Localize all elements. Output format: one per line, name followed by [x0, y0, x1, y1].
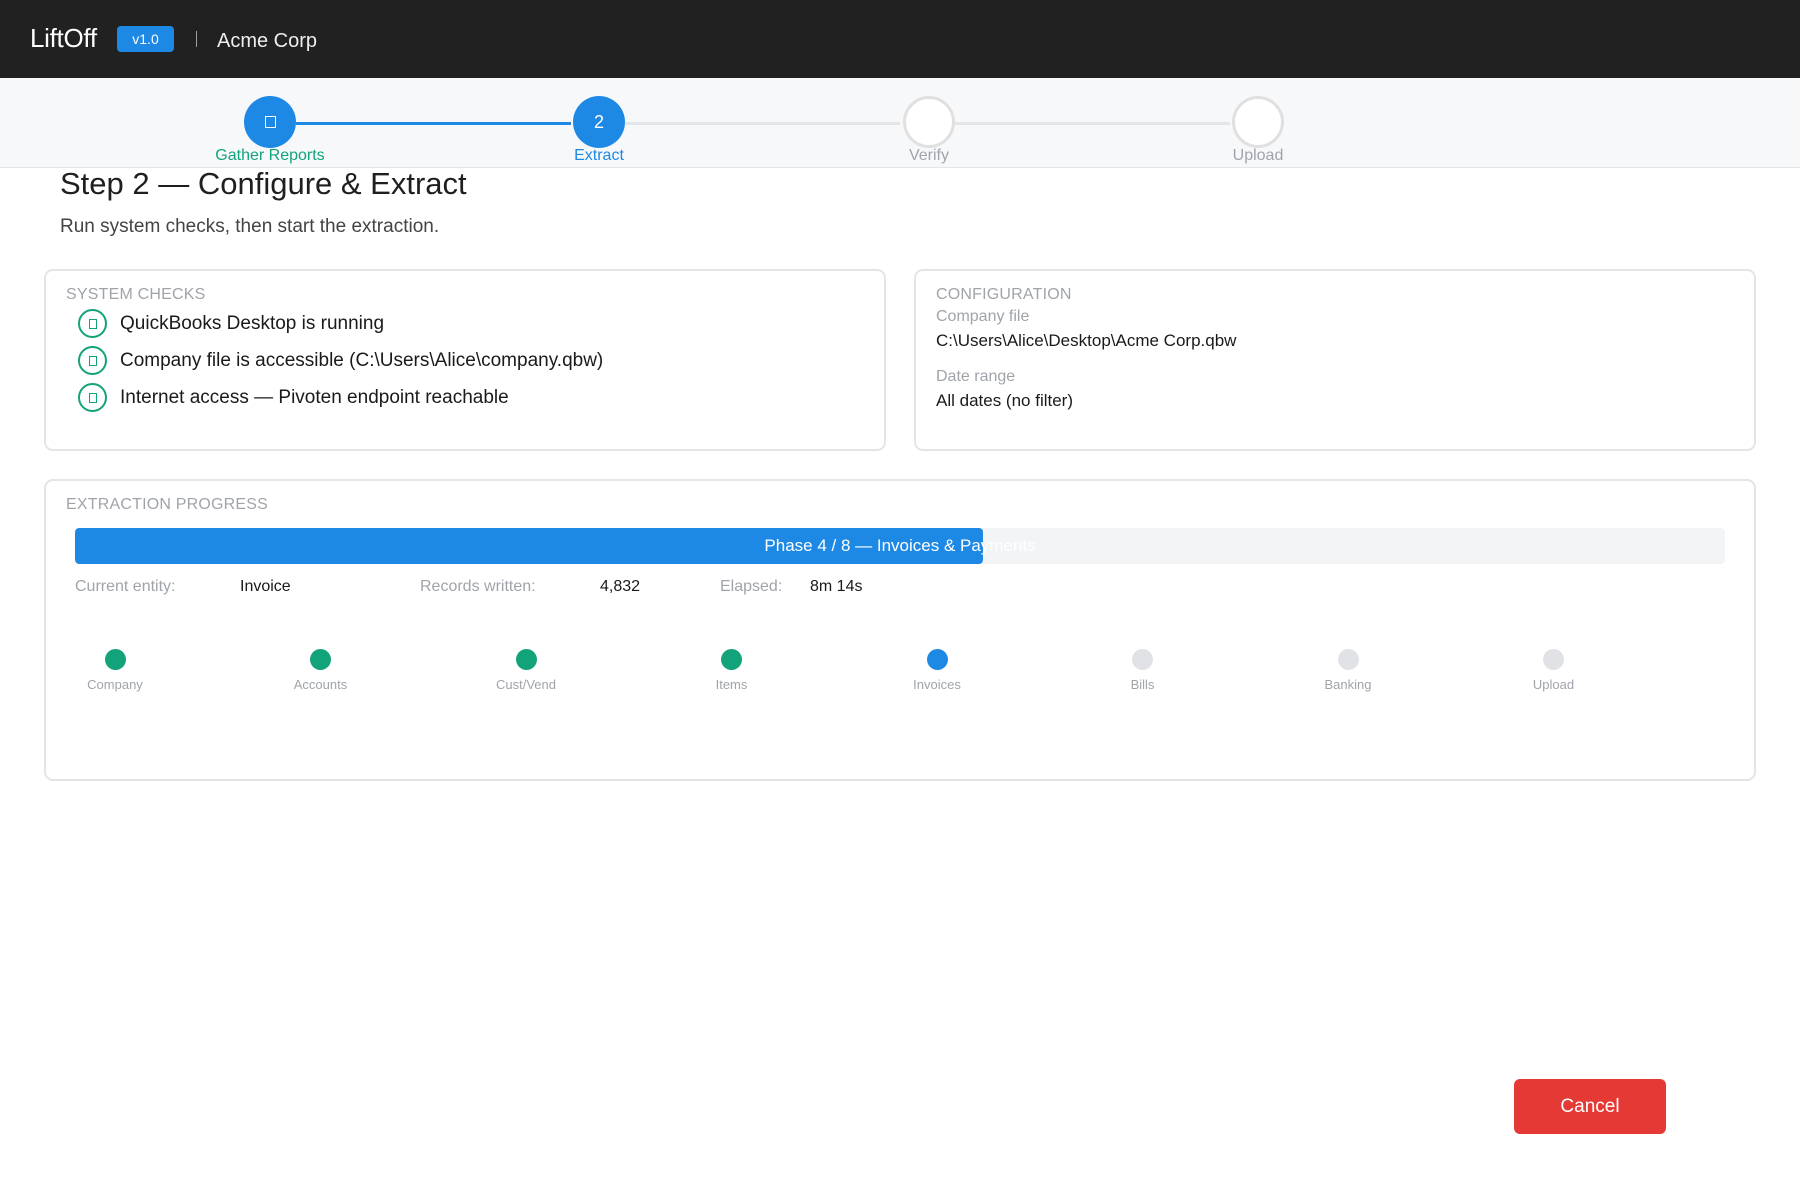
company-name: Acme Corp: [217, 30, 318, 52]
step-4-label: Upload: [1232, 147, 1284, 164]
phase-cust-vend: Cust/Vend: [466, 649, 586, 692]
check-circle-icon: [78, 346, 107, 375]
phase-status-dot: [310, 649, 331, 670]
phase-status-dot: [104, 649, 126, 670]
page-title: Step 2 — Configure & Extract: [60, 166, 467, 201]
phase-label: Company: [87, 677, 143, 692]
phase-status-dot: [1543, 649, 1564, 670]
check-icon: [264, 116, 276, 128]
configuration-card: CONFIGURATION Company file C:\Users\Alic…: [914, 269, 1756, 451]
phase-accounts: Accounts: [261, 649, 381, 692]
step-2-number: 2: [593, 111, 604, 132]
version-badge: v1.0: [117, 26, 174, 52]
progress-text: Phase 4 / 8 — Invoices & Payments: [764, 536, 1036, 555]
check-circle-icon: [78, 309, 107, 338]
date-range-value: All dates (no filter): [936, 391, 1073, 410]
phase-bills: Bills: [1083, 649, 1203, 692]
phase-label: Bills: [1130, 677, 1155, 692]
records-written-label: Records written:: [420, 578, 536, 595]
step-connector-2: [625, 122, 900, 125]
check-row-company-file: Company file is accessible (C:\Users\Ali…: [78, 346, 603, 375]
phase-status-dot: [515, 649, 537, 670]
step-connector-3: [955, 122, 1230, 125]
step-connector-1: [296, 122, 571, 125]
step-3-circle: [903, 96, 955, 148]
records-written-value: 4,832: [600, 578, 641, 595]
header-divider: [196, 31, 197, 47]
check-row-quickbooks: QuickBooks Desktop is running: [78, 309, 384, 338]
elapsed-value: 8m 14s: [810, 578, 863, 595]
phase-status-dot: [721, 649, 742, 670]
phase-status-dot: [1337, 649, 1359, 670]
check-circle-icon: [78, 383, 107, 412]
app-name: LiftOff: [30, 23, 97, 53]
wizard-stepper: Gather Reports 2 Extract Verify Upload: [0, 78, 1800, 168]
system-checks-title: SYSTEM CHECKS: [66, 286, 206, 303]
step-4-circle: [1232, 96, 1284, 148]
phase-label: Accounts: [293, 677, 348, 692]
phase-company: Company: [55, 649, 175, 692]
configuration-title: CONFIGURATION: [936, 286, 1072, 303]
phase-label: Cust/Vend: [496, 677, 556, 692]
phase-label: Invoices: [913, 677, 961, 692]
date-range-label: Date range: [936, 368, 1016, 385]
step-1-circle[interactable]: [244, 96, 296, 148]
current-entity-value: Invoice: [240, 578, 291, 595]
page-subtitle: Run system checks, then start the extrac…: [60, 216, 440, 237]
cancel-button[interactable]: Cancel: [1514, 1079, 1666, 1134]
company-file-value: C:\Users\Alice\Desktop\Acme Corp.qbw: [936, 331, 1237, 350]
step-2-circle[interactable]: 2: [573, 96, 625, 148]
check-row-internet: Internet access — Pivoten endpoint reach…: [78, 383, 509, 412]
elapsed-label: Elapsed:: [720, 578, 783, 595]
progress-bar: Phase 4 / 8 — Invoices & Payments: [75, 528, 1725, 564]
check-text: Internet access — Pivoten endpoint reach…: [120, 386, 509, 408]
phase-status-dot: [926, 649, 948, 670]
current-entity-label: Current entity:: [75, 578, 176, 595]
phase-banking: Banking: [1288, 649, 1408, 692]
check-text: QuickBooks Desktop is running: [120, 312, 385, 334]
phase-items: Items: [672, 649, 792, 692]
check-text: Company file is accessible (C:\Users\Ali…: [120, 349, 604, 371]
phase-label: Items: [715, 677, 748, 692]
phase-label: Upload: [1532, 677, 1575, 692]
step-3-label: Verify: [908, 147, 949, 164]
extraction-progress-card: EXTRACTION PROGRESS Phase 4 / 8 — Invoic…: [44, 479, 1756, 781]
app-header: LiftOff v1.0 Acme Corp: [0, 0, 1800, 78]
extraction-progress-title: EXTRACTION PROGRESS: [66, 496, 269, 513]
company-file-label: Company file: [936, 308, 1030, 325]
phase-status-dot: [1132, 649, 1153, 670]
phase-label: Banking: [1324, 677, 1372, 692]
phase-upload: Upload: [1494, 649, 1614, 692]
step-1-label: Gather Reports: [215, 147, 325, 164]
phase-invoices: Invoices: [877, 649, 997, 692]
system-checks-card: SYSTEM CHECKS QuickBooks Desktop is runn…: [44, 269, 886, 451]
step-2-label: Extract: [574, 147, 624, 164]
